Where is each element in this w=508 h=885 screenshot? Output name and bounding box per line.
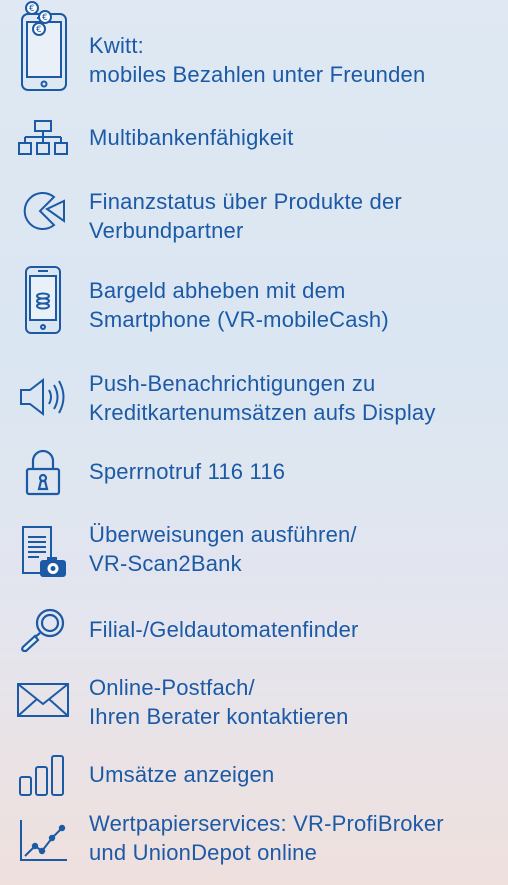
smartphone-cash-icon [14, 262, 72, 338]
magnifier-icon [14, 603, 72, 655]
feature-umsaetze: Umsätze anzeigen [0, 750, 508, 800]
feature-kwitt: € € € Kwitt: mobiles Bezahlen unter Freu… [0, 0, 508, 100]
padlock-icon [14, 448, 72, 498]
line-chart-icon [14, 811, 72, 871]
feature-text: Sperrnotruf 116 116 [89, 459, 286, 484]
svg-text:€: € [42, 13, 48, 23]
feature-text: Finanzstatus über Produkte der Verbundpa… [89, 189, 402, 243]
feature-sperrnotruf: Sperrnotruf 116 116 [0, 448, 508, 500]
feature-ueberweisungen: Überweisungen ausführen/ VR-Scan2Bank [0, 517, 508, 587]
feature-text: Push-Benachrichtigungen zu Kreditkartenu… [89, 371, 436, 425]
feature-text: Multibankenfähigkeit [89, 125, 294, 150]
sitemap-icon [14, 115, 72, 161]
feature-text: Kwitt: mobiles Bezahlen unter Freunden [89, 33, 426, 87]
feature-text: Wertpapierservices: VR-ProfiBroker und U… [89, 811, 444, 865]
bar-chart-icon [14, 750, 72, 800]
feature-filialfinder: Filial-/Geldautomatenfinder [0, 603, 508, 655]
feature-text: Umsätze anzeigen [89, 762, 275, 787]
speaker-icon [14, 365, 72, 429]
feature-push: Push-Benachrichtigungen zu Kreditkartenu… [0, 365, 508, 435]
feature-text: Filial-/Geldautomatenfinder [89, 617, 359, 642]
envelope-icon [14, 670, 72, 730]
smartphone-coins-icon: € € € [14, 0, 72, 92]
feature-postfach: Online-Postfach/ Ihren Berater kontaktie… [0, 670, 508, 740]
feature-finanzstatus: Finanzstatus über Produkte der Verbundpa… [0, 180, 508, 250]
svg-text:€: € [36, 25, 42, 35]
feature-multibank: Multibankenfähigkeit [0, 115, 508, 165]
feature-text: Online-Postfach/ Ihren Berater kontaktie… [89, 675, 349, 729]
feature-bargeld: Bargeld abheben mit dem Smartphone (VR-m… [0, 262, 508, 342]
svg-text:€: € [29, 4, 35, 14]
feature-wertpapier: Wertpapierservices: VR-ProfiBroker und U… [0, 805, 508, 885]
document-camera-icon [14, 517, 72, 583]
pie-chart-icon [14, 180, 72, 242]
feature-text: Bargeld abheben mit dem Smartphone (VR-m… [89, 278, 389, 332]
feature-text: Überweisungen ausführen/ VR-Scan2Bank [89, 522, 357, 576]
